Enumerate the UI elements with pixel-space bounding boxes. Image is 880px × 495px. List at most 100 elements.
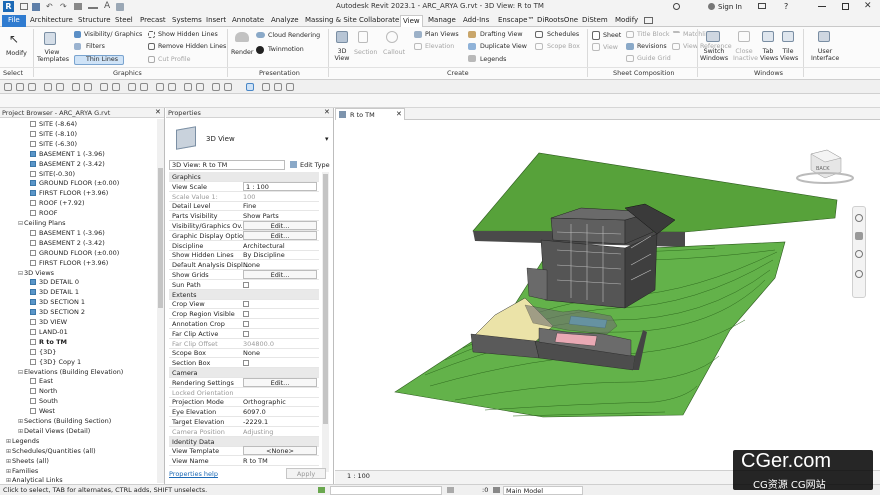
tool-icon-15[interactable] [196,83,204,91]
guide-grid-icon[interactable] [626,55,634,62]
elevation-icon[interactable] [414,43,422,50]
tree-item[interactable]: ⊟Ceiling Plans [18,218,65,228]
group-label-select[interactable]: Select [3,69,23,77]
tree-item[interactable]: ROOF (+7.92) [30,198,85,208]
tile-views-button[interactable]: Tile Views [780,48,798,62]
property-checkbox[interactable] [243,321,249,327]
property-section[interactable]: Graphics [169,172,319,182]
tab-views-button[interactable]: Tab Views [760,48,778,62]
tab-systems[interactable]: Systems [170,15,204,27]
props-scroll-thumb[interactable] [323,174,328,424]
tree-item[interactable]: {3D} Copy 1 [30,357,81,367]
close-inactive-button[interactable]: Close Inactive [733,48,758,62]
3d-view-button[interactable]: 3D View [333,48,351,62]
tree-item[interactable]: FIRST FLOOR (+3.96) [30,188,108,198]
property-value[interactable]: 304800.0 [243,339,274,349]
tree-item[interactable]: BASEMENT 1 (-3.96) [30,228,105,238]
view-reference-icon[interactable] [672,43,680,50]
tab-collaborate[interactable]: Collaborate [357,15,401,27]
tab-modify[interactable]: Modify [613,15,640,27]
maximize-icon[interactable] [842,3,849,10]
tab-enscape[interactable]: Enscape™ [496,15,536,27]
tree-item[interactable]: ⊞Sheets (all) [6,456,49,466]
thin-lines-toggle-icon[interactable] [246,83,254,91]
cut-profile-button[interactable]: Cut Profile [158,56,190,63]
switch-windows-icon[interactable] [706,31,720,42]
view-templates-icon[interactable] [44,32,56,45]
property-value[interactable]: 1 : 100 [243,181,317,191]
worksets-field[interactable] [330,486,442,495]
property-section[interactable]: Camera [169,368,319,378]
section-icon[interactable] [358,31,368,43]
schedules-dropdown[interactable]: Schedules [547,31,579,38]
property-checkbox[interactable] [243,360,249,367]
sheet-button[interactable]: Sheet [603,32,621,39]
steering-wheel-icon[interactable] [855,214,863,222]
tool-icon-13[interactable] [168,83,176,91]
plan-views-icon[interactable] [414,31,422,38]
tool-icon-5[interactable] [56,83,64,91]
callout-icon[interactable] [386,31,398,43]
close-inactive-icon[interactable] [738,31,750,42]
tool-icon-11[interactable] [140,83,148,91]
tree-item[interactable]: ⊞Schedules/Quantities (all) [6,446,96,456]
tree-item[interactable]: ⊞Detail Views (Detail) [18,426,90,436]
tree-item[interactable]: BASEMENT 2 (-3.42) [30,238,105,248]
modify-arrow-icon[interactable]: ↖ [9,32,19,46]
tool-icon-2[interactable] [16,83,24,91]
show-hidden-lines-button[interactable]: Show Hidden Lines [158,31,218,38]
visibility-icon[interactable] [74,31,81,38]
cloud-rendering-icon[interactable] [256,32,265,38]
filter-icon[interactable] [493,487,500,493]
legends-dropdown[interactable]: Legends [480,56,506,63]
tab-views-icon[interactable] [762,31,774,42]
property-value[interactable]: Architectural [243,241,285,251]
zoom-icon[interactable] [855,250,863,258]
tool-icon-12[interactable] [156,83,164,91]
tab-add-ins[interactable]: Add-Ins [461,15,491,27]
user-icon[interactable] [708,3,715,10]
plan-views-dropdown[interactable]: Plan Views [425,31,459,38]
tree-item[interactable]: SITE(-0.30) [30,169,75,179]
tool-icon-20[interactable] [286,83,294,91]
property-section[interactable]: Extents [169,289,319,300]
revisions-icon[interactable] [626,43,634,50]
tab-precast[interactable]: Precast [138,15,168,27]
tool-icon-3[interactable] [28,83,36,91]
property-checkbox[interactable] [243,311,249,318]
tree-item[interactable]: 3D SECTION 2 [30,307,85,317]
drafting-view-icon[interactable] [468,31,476,38]
sheet-icon[interactable] [592,31,600,40]
3d-view-canvas[interactable]: BACK 1 : 100 [335,120,880,484]
tree-item[interactable]: ⊟3D Views [18,268,54,278]
tool-icon-7[interactable] [84,83,92,91]
filters-icon[interactable] [74,43,81,50]
tab-steel[interactable]: Steel [113,15,135,27]
property-edit-button[interactable]: Edit... [243,377,317,387]
tab-architecture[interactable]: Architecture [28,15,75,27]
view-scale[interactable]: 1 : 100 [347,472,370,480]
property-value[interactable]: None [243,348,260,358]
legends-icon[interactable] [468,55,476,62]
view-tab-r-to-tm[interactable]: R to TM ✕ [335,108,405,120]
sign-in-link[interactable]: Sign In [718,3,742,11]
tab-massing-site[interactable]: Massing & Site [303,15,359,27]
tool-icon-1[interactable] [4,83,12,91]
property-checkbox[interactable] [243,301,249,308]
edit-type-button[interactable]: Edit Type [300,161,330,169]
tab-analyze[interactable]: Analyze [269,15,301,27]
render-teapot-icon[interactable] [235,32,249,42]
tab-file[interactable]: File [2,15,26,27]
property-value[interactable]: None [243,260,260,270]
tile-views-icon[interactable] [782,31,794,42]
close-icon[interactable]: ✕ [155,108,161,116]
duplicate-view-dropdown[interactable]: Duplicate View [480,43,527,50]
view-templates-button[interactable]: View Templates [37,49,69,63]
tree-item[interactable]: SITE (-8.10) [30,129,77,139]
tool-icon-6[interactable] [72,83,80,91]
tab-insert[interactable]: Insert [204,15,228,27]
minimize-icon[interactable] [818,6,826,7]
tool-icon-14[interactable] [184,83,192,91]
tree-item[interactable]: West [30,406,55,416]
twinmotion-button[interactable]: Twinmotion [268,46,304,53]
